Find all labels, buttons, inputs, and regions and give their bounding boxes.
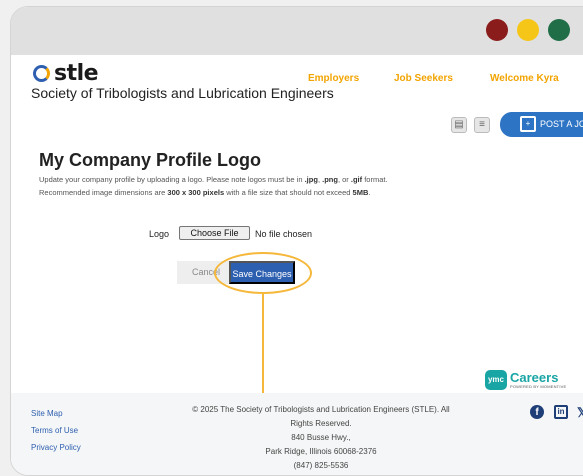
browser-window: stle Society of Tribologists and Lubrica… xyxy=(10,6,583,476)
file-status: No file chosen xyxy=(255,229,313,239)
phone-number: (847) 825-5536 xyxy=(293,461,349,470)
footer-privacy-link[interactable]: Privacy Policy xyxy=(31,443,81,452)
save-changes-button[interactable]: Save Changes xyxy=(229,261,295,284)
ymc-badge: ymc xyxy=(485,370,507,390)
stle-logo[interactable]: stle xyxy=(33,61,99,86)
post-a-job-label: POST A JOB xyxy=(540,119,583,129)
site-footer: Site Map Terms of Use Privacy Policy © 2… xyxy=(11,393,583,475)
document-search-icon[interactable]: ▤ xyxy=(451,117,467,133)
powered-by: POWERED BY MOMENTIVE xyxy=(510,384,567,389)
post-job-icon: + xyxy=(520,116,536,132)
copyright-line-1: © 2025 The Society of Tribologists and L… xyxy=(192,405,450,414)
logo-text: stle xyxy=(54,61,99,86)
copyright-line-2: Rights Reserved. xyxy=(290,419,352,428)
maximize-window-button[interactable] xyxy=(548,19,570,41)
nav-welcome-user[interactable]: Welcome Kyra xyxy=(490,73,559,84)
nav-job-seekers[interactable]: Job Seekers xyxy=(394,73,453,84)
careers-title: Careers xyxy=(510,370,559,385)
upload-instructions: Update your company profile by uploading… xyxy=(39,175,388,197)
ymc-careers-logo[interactable]: ymc Careers POWERED BY MOMENTIVE xyxy=(485,370,566,390)
facebook-icon[interactable]: f xyxy=(530,405,544,419)
list-icon[interactable]: ≡ xyxy=(474,117,490,133)
stle-logo-icon xyxy=(33,65,50,82)
logo-field-label: Logo xyxy=(149,229,170,239)
close-window-button[interactable] xyxy=(486,19,508,41)
page-title: My Company Profile Logo xyxy=(39,150,262,170)
title-bar xyxy=(11,7,583,55)
site-header: stle Society of Tribologists and Lubrica… xyxy=(11,55,583,105)
linkedin-icon[interactable]: in xyxy=(554,405,568,419)
choose-file-button[interactable]: Choose File xyxy=(179,226,250,240)
address-line-1: 840 Busse Hwy., xyxy=(291,433,351,442)
org-name: Society of Tribologists and Lubrication … xyxy=(31,85,334,101)
nav-employers[interactable]: Employers xyxy=(308,73,359,84)
address-line-2: Park Ridge, Illinois 60068-2376 xyxy=(265,447,377,456)
post-a-job-button[interactable]: + POST A JOB xyxy=(500,112,583,137)
minimize-window-button[interactable] xyxy=(517,19,539,41)
footer-terms-link[interactable]: Terms of Use xyxy=(31,426,78,435)
footer-copyright: © 2025 The Society of Tribologists and L… xyxy=(151,403,491,473)
x-icon[interactable]: 𝕏 xyxy=(577,405,583,421)
cancel-button[interactable]: Cancel xyxy=(177,261,235,284)
footer-site-map-link[interactable]: Site Map xyxy=(31,409,63,418)
